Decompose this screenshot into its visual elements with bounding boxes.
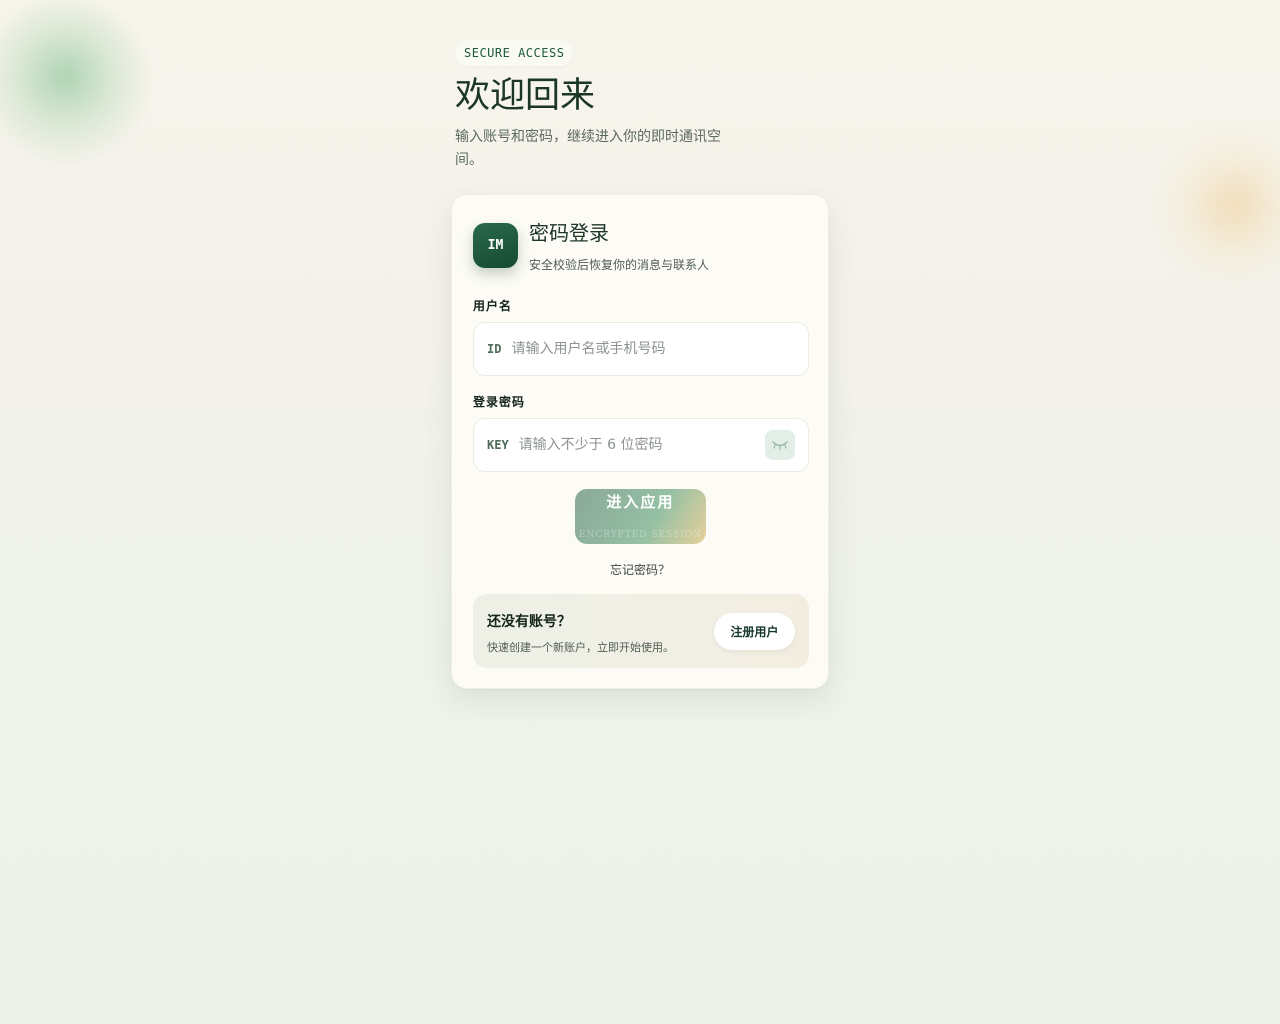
password-input[interactable] <box>518 437 749 453</box>
username-input[interactable] <box>511 341 742 357</box>
submit-caption: ENCRYPTED SESSION <box>578 530 703 540</box>
decorative-green-blob <box>0 0 150 170</box>
secure-access-badge: SECURE ACCESS <box>455 40 574 66</box>
page-subtitle: 输入账号和密码，继续进入你的即时通讯空间。 <box>455 129 721 168</box>
card-header: IM 密码登录 安全校验后恢复你的消息与联系人 <box>473 221 710 273</box>
hero-header: SECURE ACCESS 欢迎回来 输入账号和密码，继续进入你的即时通讯空间。 <box>455 40 835 172</box>
card-title: 密码登录 <box>529 221 609 245</box>
password-field[interactable]: KEY <box>473 418 809 472</box>
username-field[interactable]: ID <box>473 322 809 376</box>
app-logo: IM <box>473 223 518 268</box>
register-subtitle: 快速创建一个新账户，立即开始使用。 <box>487 641 674 654</box>
login-submit-button[interactable]: 进入应用 ENCRYPTED SESSION <box>575 489 706 544</box>
username-prefix: ID <box>487 342 502 356</box>
login-card: IM 密码登录 安全校验后恢复你的消息与联系人 用户名 ID 登录密码 KEY … <box>451 194 829 689</box>
forgot-password-link[interactable]: 忘记密码？ <box>452 561 828 578</box>
page-title: 欢迎回来 <box>455 76 596 116</box>
register-panel: 还没有账号？ 快速创建一个新账户，立即开始使用。 注册用户 <box>473 594 809 668</box>
password-prefix: KEY <box>487 438 509 452</box>
decorative-peach-blob <box>1150 120 1280 290</box>
password-label: 登录密码 <box>473 395 526 409</box>
eye-closed-icon <box>772 441 788 451</box>
username-label: 用户名 <box>473 299 513 313</box>
card-subtitle: 安全校验后恢复你的消息与联系人 <box>529 258 710 272</box>
register-button[interactable]: 注册用户 <box>714 613 795 650</box>
register-title: 还没有账号？ <box>487 614 571 630</box>
password-visibility-toggle[interactable] <box>765 430 795 460</box>
submit-label: 进入应用 <box>606 493 675 511</box>
